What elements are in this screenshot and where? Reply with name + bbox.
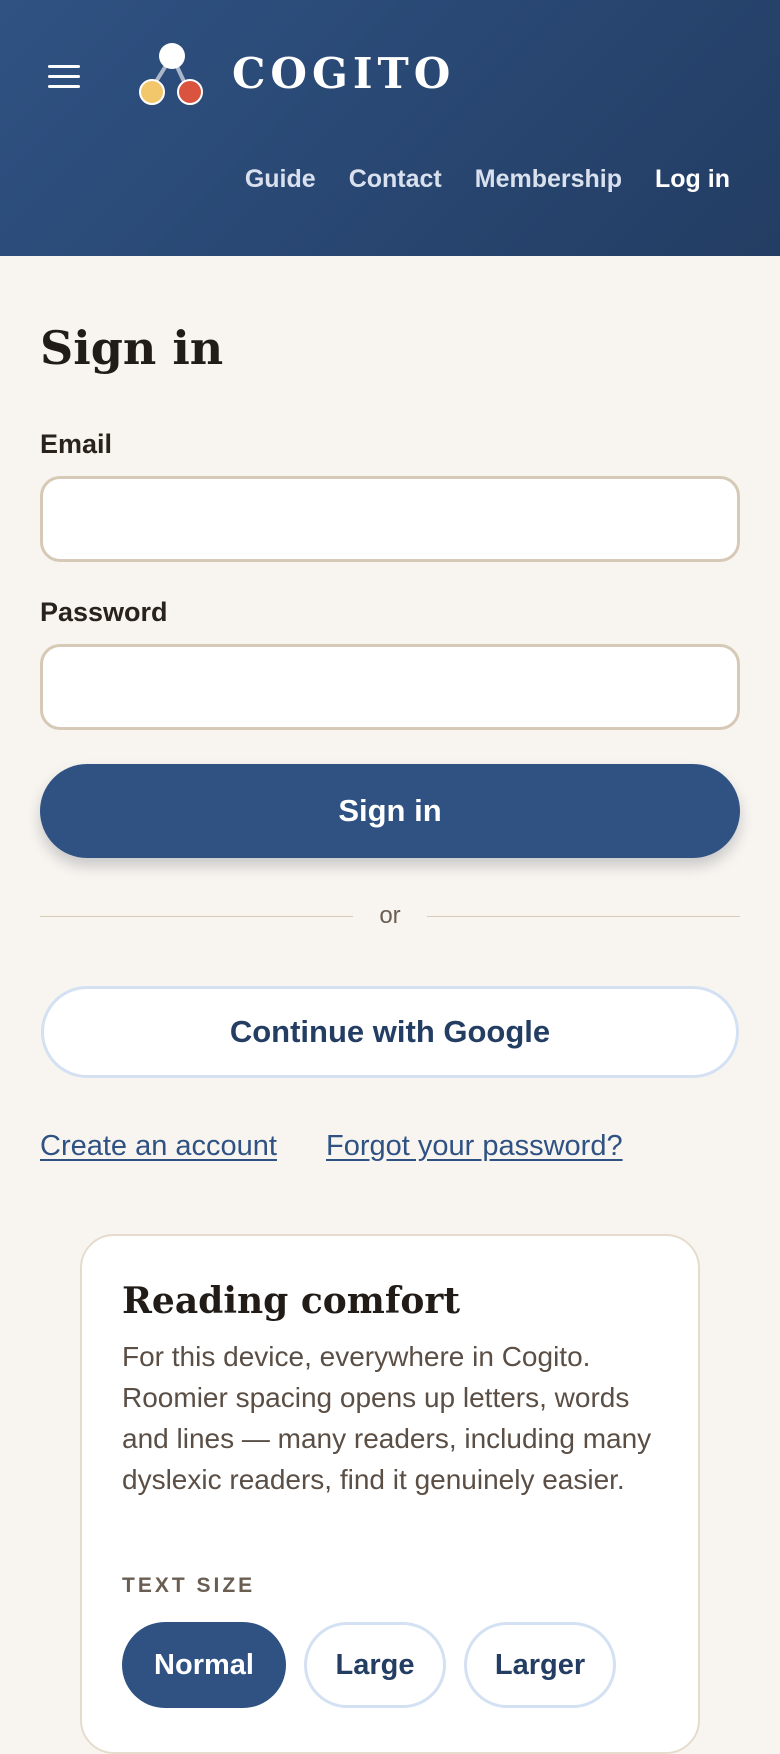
nav-log-in[interactable]: Log in [655,160,730,198]
nav-membership[interactable]: Membership [475,160,622,198]
cogito-logo-icon [139,43,203,105]
hamburger-menu-icon[interactable] [48,56,88,96]
email-field[interactable] [40,476,740,562]
reading-comfort-card: Reading comfort For this device, everywh… [80,1234,700,1754]
text-size-larger-button[interactable]: Larger [464,1622,616,1708]
text-size-label: TEXT SIZE [122,1574,256,1597]
site-header: COGITO Guide Contact Membership Log in [0,0,780,256]
or-divider: or [40,898,740,934]
nav-contact[interactable]: Contact [349,160,442,198]
page-title: Sign in [40,321,224,375]
password-field[interactable] [40,644,740,730]
reading-comfort-title: Reading comfort [122,1280,460,1322]
sign-in-button[interactable]: Sign in [40,764,740,858]
main-nav: Guide Contact Membership Log in [245,160,730,198]
reading-comfort-description: For this device, everywhere in Cogito. R… [122,1341,652,1495]
brand-name[interactable]: COGITO [232,48,455,100]
text-size-large-button[interactable]: Large [304,1622,446,1708]
continue-with-google-button[interactable]: Continue with Google [41,986,739,1078]
email-label: Email [40,429,113,459]
text-size-normal-button[interactable]: Normal [122,1622,286,1708]
nav-guide[interactable]: Guide [245,160,316,198]
create-account-link[interactable]: Create an account [40,1130,277,1162]
divider-line-right [427,916,740,917]
account-links: Create an account Forgot your password? [40,1126,623,1166]
forgot-password-link[interactable]: Forgot your password? [326,1126,623,1166]
password-label: Password [40,597,168,627]
